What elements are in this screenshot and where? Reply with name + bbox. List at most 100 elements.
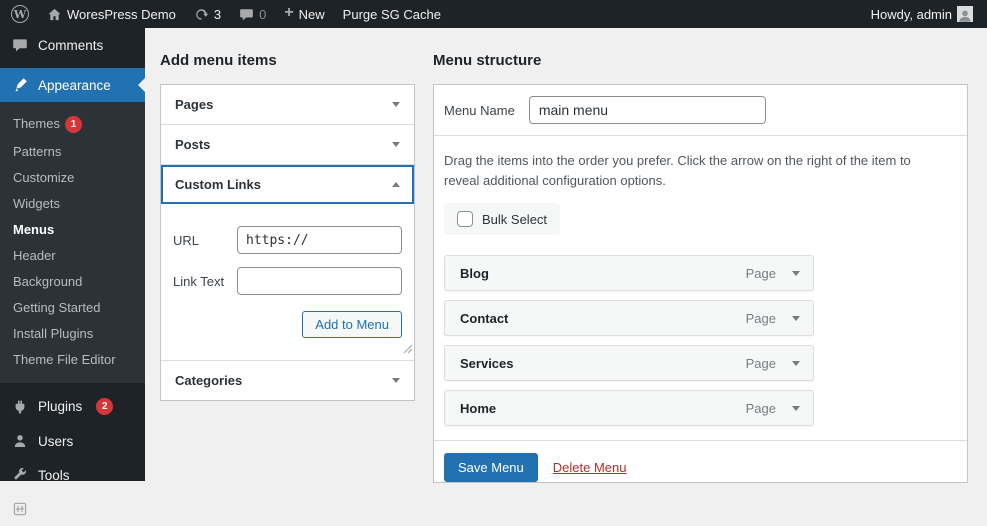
menus-admin-page: Add menu items Pages Posts Custom Links …: [145, 28, 987, 483]
pages-section-label: Pages: [175, 97, 214, 112]
custom-links-form: URL Link Text Add to Menu: [161, 204, 414, 361]
submenu-item-install-plugins[interactable]: Install Plugins: [0, 321, 145, 347]
purge-sg-cache-link[interactable]: Purge SG Cache: [334, 0, 450, 28]
site-name-label: WoresPress Demo: [67, 6, 176, 22]
menu-editor-panel: Menu Name Drag the items into the order …: [433, 84, 968, 483]
menu-name-input[interactable]: [528, 96, 766, 124]
submenu-item-menus[interactable]: Menus: [0, 217, 145, 243]
bulk-select-checkbox[interactable]: [457, 211, 473, 227]
themes-update-badge: 1: [64, 116, 82, 133]
admin-sidebar: Comments Appearance Themes 1 Patterns Cus…: [0, 28, 145, 517]
plus-icon: +: [284, 4, 294, 21]
accordion-section-custom-links[interactable]: Custom Links: [161, 165, 414, 204]
menu-item-contact[interactable]: Contact Page: [444, 300, 814, 336]
add-to-menu-button[interactable]: Add to Menu: [302, 311, 402, 338]
bulk-select-label: Bulk Select: [482, 211, 548, 227]
save-menu-button[interactable]: Save Menu: [444, 453, 538, 482]
comments-icon: [11, 37, 29, 53]
site-name-link[interactable]: WoresPress Demo: [38, 0, 185, 28]
menu-name-label: Menu Name: [444, 102, 515, 118]
menu-item-services[interactable]: Services Page: [444, 345, 814, 381]
sidebar-tools-label: Tools: [38, 467, 70, 483]
add-menu-items-panel: Add menu items Pages Posts Custom Links …: [160, 52, 415, 401]
update-count: 3: [213, 6, 222, 22]
sidebar-item-plugins[interactable]: Plugins 2: [0, 389, 145, 424]
sidebar-item-settings[interactable]: Settings: [0, 492, 145, 526]
menu-name-row: Menu Name: [434, 85, 967, 136]
categories-section-label: Categories: [175, 373, 243, 388]
submenu-themes-label: Themes: [13, 115, 60, 131]
account-menu[interactable]: Howdy, admin: [869, 0, 975, 28]
menu-item-type: Page: [745, 310, 776, 326]
submenu-item-patterns[interactable]: Patterns: [0, 139, 145, 165]
sidebar-plugins-label: Plugins: [38, 399, 83, 414]
avatar: [957, 6, 973, 22]
submenu-item-widgets[interactable]: Widgets: [0, 191, 145, 217]
sidebar-item-tools[interactable]: Tools: [0, 458, 145, 492]
menu-item-type: Page: [745, 355, 776, 371]
menu-structure-panel: Menu structure Menu Name Drag the items …: [433, 52, 968, 483]
new-label: New: [298, 6, 325, 22]
submenu-item-customize[interactable]: Customize: [0, 165, 145, 191]
admin-bar: W WoresPress Demo 3 0 + New Purge SG Cac…: [0, 0, 987, 28]
comments-moderation-link[interactable]: 0: [230, 0, 275, 28]
menu-actions-footer: Save Menu Delete Menu: [434, 440, 967, 482]
chevron-down-icon: [392, 378, 400, 383]
chevron-down-icon: [392, 142, 400, 147]
link-text-input[interactable]: [237, 267, 402, 295]
expand-item-icon[interactable]: [792, 360, 800, 366]
accordion-section-categories[interactable]: Categories: [161, 361, 414, 400]
sidebar-item-users[interactable]: Users: [0, 424, 145, 458]
submenu-item-themes[interactable]: Themes 1: [0, 110, 145, 139]
sidebar-users-label: Users: [38, 433, 74, 449]
menu-item-title: Services: [460, 355, 514, 371]
menu-body: Drag the items into the order you prefer…: [434, 136, 967, 426]
accordion-section-pages[interactable]: Pages: [161, 85, 414, 125]
plugin-icon: [11, 399, 29, 415]
settings-sliders-icon: [11, 501, 29, 517]
menu-items-accordion: Pages Posts Custom Links URL Link Text: [160, 84, 415, 401]
updates-link[interactable]: 3: [185, 0, 230, 28]
menu-item-blog[interactable]: Blog Page: [444, 255, 814, 291]
expand-item-icon[interactable]: [792, 315, 800, 321]
delete-menu-link[interactable]: Delete Menu: [553, 460, 627, 475]
users-icon: [11, 433, 29, 449]
expand-item-icon[interactable]: [792, 270, 800, 276]
bulk-select-control[interactable]: Bulk Select: [444, 203, 561, 235]
purge-sg-cache-label: Purge SG Cache: [342, 6, 441, 22]
resize-handle-icon[interactable]: [403, 341, 413, 359]
sidebar-settings-label: Settings: [38, 501, 87, 517]
submenu-item-header[interactable]: Header: [0, 243, 145, 269]
menu-structure-heading: Menu structure: [433, 52, 542, 69]
comment-count: 0: [259, 6, 267, 22]
wordpress-logo-icon: W: [11, 5, 29, 23]
url-input[interactable]: [237, 226, 402, 254]
submenu-item-theme-file-editor[interactable]: Theme File Editor: [0, 347, 145, 373]
menu-items-list: Blog Page Contact Page Services Page Hom…: [444, 255, 814, 426]
menu-item-type: Page: [745, 400, 776, 416]
add-menu-items-heading: Add menu items: [160, 52, 277, 69]
appearance-brush-icon: [11, 77, 29, 93]
chevron-up-icon: [392, 182, 400, 187]
submenu-item-background[interactable]: Background: [0, 269, 145, 295]
chevron-down-icon: [392, 102, 400, 107]
menu-item-title: Contact: [460, 310, 509, 326]
expand-item-icon[interactable]: [792, 405, 800, 411]
wp-logo-menu[interactable]: W: [0, 0, 38, 28]
sidebar-appearance-label: Appearance: [38, 77, 111, 93]
comment-bubble-icon: [239, 7, 254, 22]
custom-links-section-label: Custom Links: [175, 177, 261, 192]
menu-item-title: Blog: [460, 265, 489, 281]
accordion-section-posts[interactable]: Posts: [161, 125, 414, 165]
menu-item-title: Home: [460, 400, 497, 416]
sidebar-item-comments[interactable]: Comments: [0, 28, 145, 62]
sidebar-item-appearance[interactable]: Appearance: [0, 68, 145, 102]
home-icon: [47, 7, 62, 22]
submenu-item-getting-started[interactable]: Getting Started: [0, 295, 145, 321]
new-content-link[interactable]: + New: [275, 0, 333, 28]
drag-instructions-text: Drag the items into the order you prefer…: [444, 153, 911, 188]
menu-item-type: Page: [745, 265, 776, 281]
url-field-label: URL: [173, 232, 200, 248]
appearance-submenu: Themes 1 Patterns Customize Widgets Menus…: [0, 102, 145, 383]
menu-item-home[interactable]: Home Page: [444, 390, 814, 426]
